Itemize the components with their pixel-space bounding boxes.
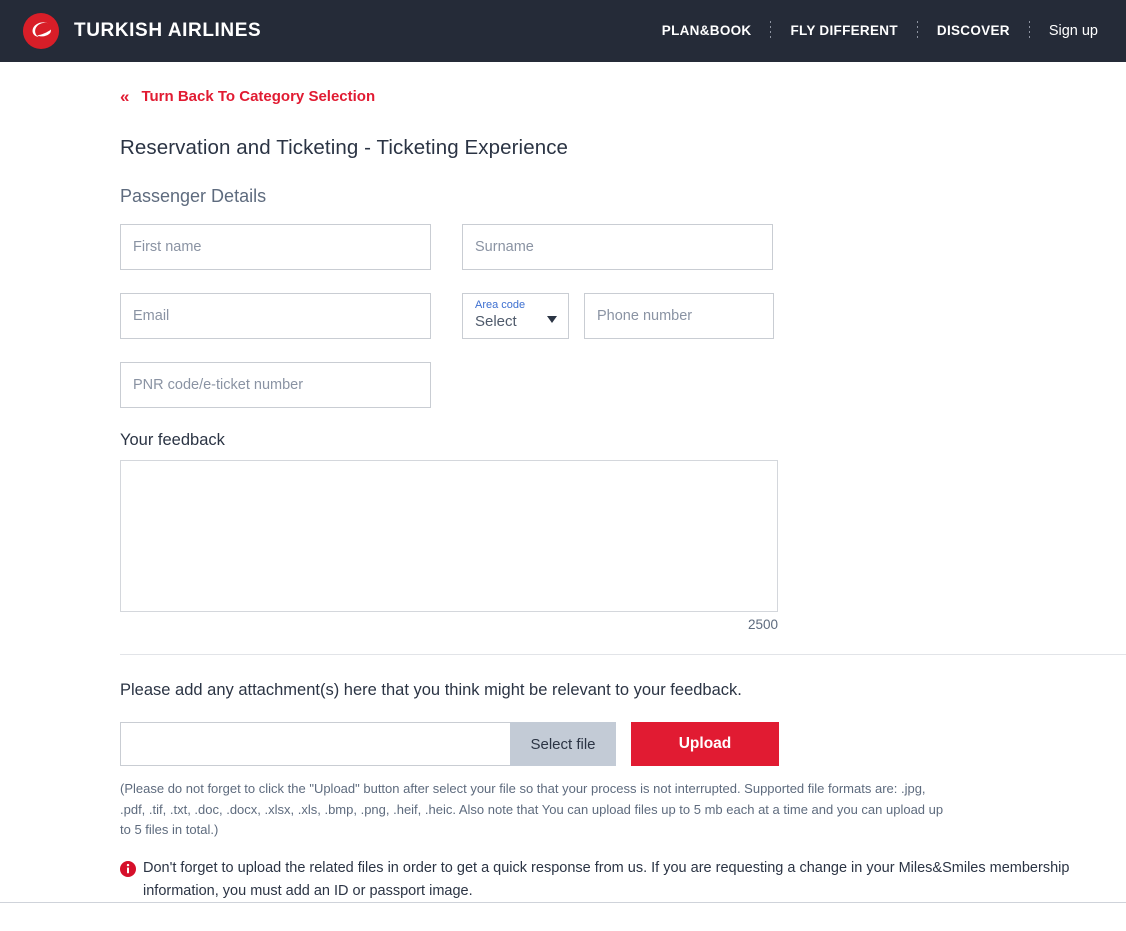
nav-item-fly-different[interactable]: FLY DIFFERENT [771, 24, 916, 38]
attachment-fineprint: (Please do not forget to click the "Uplo… [120, 781, 944, 837]
file-upload-row: Select file Upload [120, 722, 1126, 766]
email-placeholder: Email [133, 308, 170, 324]
surname-input[interactable]: Surname [462, 224, 773, 270]
feedback-label: Your feedback [120, 431, 225, 449]
section-title-passenger-details: Passenger Details [120, 186, 267, 206]
info-circle-icon [120, 860, 136, 877]
section-divider [120, 654, 1126, 655]
nav-item-sign-up[interactable]: Sign up [1030, 24, 1104, 39]
main-nav: PLAN&BOOK FLY DIFFERENT DISCOVER Sign up [643, 0, 1104, 62]
nav-item-discover[interactable]: DISCOVER [918, 24, 1029, 38]
page-title: Reservation and Ticketing - Ticketing Ex… [120, 136, 569, 159]
pnr-placeholder: PNR code/e-ticket number [133, 377, 304, 393]
phone-number-input[interactable]: Phone number [584, 293, 774, 339]
surname-placeholder: Surname [475, 239, 534, 255]
turkish-airlines-logo-icon [22, 12, 60, 50]
back-to-category-label: Turn Back To Category Selection [141, 88, 376, 105]
pnr-input[interactable]: PNR code/e-ticket number [120, 362, 431, 408]
first-name-input[interactable]: First name [120, 224, 431, 270]
chevron-down-icon [547, 316, 557, 323]
page-body: « Turn Back To Category Selection Reserv… [0, 88, 1126, 903]
form-row-contact: Email Area code Select Phone number [120, 293, 1126, 339]
file-name-input[interactable] [120, 722, 510, 766]
brand-name: TURKISH AIRLINES [74, 20, 262, 41]
first-name-placeholder: First name [133, 239, 202, 255]
footer-divider [0, 901, 1126, 903]
upload-button[interactable]: Upload [631, 722, 779, 766]
attachment-warning-text: Don't forget to upload the related files… [143, 859, 1070, 899]
back-to-category-link[interactable]: « Turn Back To Category Selection [120, 86, 376, 106]
feedback-textarea[interactable] [120, 460, 778, 612]
attachment-description: Please add any attachment(s) here that y… [120, 681, 742, 699]
feedback-character-counter: 2500 [747, 617, 778, 632]
area-code-value: Select [475, 313, 517, 330]
area-code-select[interactable]: Area code Select [462, 293, 569, 339]
area-code-label: Area code [475, 299, 526, 311]
attachment-warning: Don't forget to upload the related files… [120, 857, 1115, 903]
email-input[interactable]: Email [120, 293, 431, 339]
passenger-form: First name Surname Email Area code Selec… [120, 224, 1126, 408]
content-column: « Turn Back To Category Selection Reserv… [0, 88, 1126, 903]
phone-number-placeholder: Phone number [597, 308, 693, 324]
select-file-button[interactable]: Select file [510, 722, 616, 766]
double-chevron-left-icon: « [120, 86, 130, 106]
brand-logo[interactable]: TURKISH AIRLINES [22, 12, 261, 50]
form-row-pnr: PNR code/e-ticket number [120, 362, 1126, 408]
site-header: TURKISH AIRLINES PLAN&BOOK FLY DIFFERENT… [0, 0, 1126, 62]
nav-item-plan-and-book[interactable]: PLAN&BOOK [643, 24, 771, 38]
form-row-names: First name Surname [120, 224, 1126, 270]
